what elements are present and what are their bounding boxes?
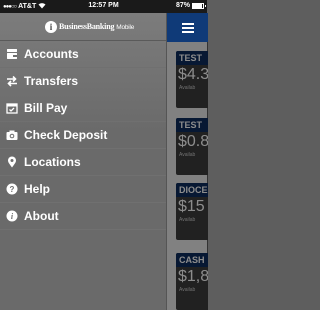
battery-percent: 87% — [175, 2, 190, 9]
accounts-panel-peek[interactable]: TEST $4.3 Availab TEST $0.8 Availab DIOC… — [166, 13, 208, 310]
menu-label: Transfers — [24, 74, 79, 88]
menu-label: About — [24, 209, 59, 223]
svg-text:?: ? — [10, 185, 15, 194]
battery-group: 87% — [175, 2, 206, 9]
status-bar: ●●●○○ AT&T 12:57 PM 87% — [0, 0, 207, 13]
hamburger-line — [181, 22, 194, 25]
info-icon: i — [6, 210, 18, 222]
menu-item-accounts[interactable]: Accounts — [0, 41, 166, 68]
menu-item-check-deposit[interactable]: Check Deposit — [0, 122, 166, 149]
menu-label: Check Deposit — [24, 128, 108, 142]
menu-label: Accounts — [24, 47, 79, 61]
menu-label: Help — [24, 182, 51, 196]
camera-icon — [6, 129, 18, 141]
menu-item-about[interactable]: i About — [0, 203, 166, 230]
app-logo: i BusinessBanking Mobile — [0, 13, 166, 41]
menu-item-bill-pay[interactable]: Bill Pay — [0, 95, 166, 122]
wallet-icon — [6, 48, 18, 60]
menu-label: Bill Pay — [24, 101, 68, 115]
menu-item-locations[interactable]: Locations — [0, 149, 166, 176]
menu-item-help[interactable]: ? Help — [0, 176, 166, 203]
calendar-icon — [6, 102, 18, 114]
menu-label: Locations — [24, 155, 81, 169]
logo-name: BusinessBanking — [59, 22, 115, 31]
hamburger-line — [181, 26, 194, 29]
hamburger-line — [181, 30, 194, 33]
transfer-arrows-icon — [6, 75, 18, 87]
logo-mark: i — [45, 20, 57, 33]
menu-toggle-button[interactable] — [167, 13, 208, 42]
logo-suffix: Mobile — [116, 24, 135, 31]
map-pin-icon — [6, 156, 18, 168]
battery-icon — [192, 2, 206, 9]
side-menu: i BusinessBanking Mobile Accounts Transfe… — [0, 13, 166, 310]
help-icon: ? — [6, 183, 18, 195]
panel-dim-overlay — [167, 42, 208, 310]
logo-text: BusinessBanking Mobile — [59, 22, 134, 31]
menu-item-transfers[interactable]: Transfers — [0, 68, 166, 95]
